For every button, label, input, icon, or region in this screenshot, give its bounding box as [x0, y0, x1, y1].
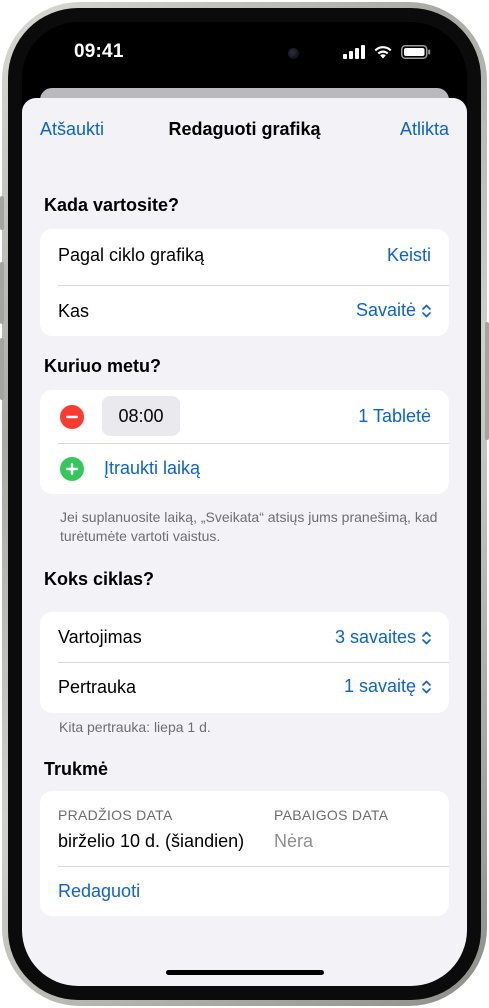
plus-circle-icon[interactable]	[60, 457, 84, 481]
start-date-value[interactable]: birželio 10 d. (šiandien)	[58, 831, 244, 852]
frequency-label: Kas	[58, 300, 90, 321]
side-button	[485, 322, 489, 440]
cycle-section-title: Koks ciklas?	[44, 569, 155, 589]
updown-chevron-icon	[422, 631, 431, 644]
break-label: Pertrauka	[58, 677, 137, 697]
when-group: Pagal ciklo grafiką Keisti Kas Savaitė	[40, 229, 449, 336]
updown-chevron-icon	[422, 680, 431, 693]
break-select[interactable]: 1 savaitę	[344, 676, 431, 697]
usage-value: 3 savaites	[334, 627, 416, 647]
wifi-icon	[374, 46, 392, 59]
screen: 09:41 Atšaukti Redaguoti grafiką Atlikta…	[22, 22, 467, 986]
divider	[58, 443, 449, 444]
status-bar: 09:41	[22, 22, 467, 84]
done-button[interactable]: Atlikta	[400, 119, 449, 140]
add-time-button[interactable]: Įtraukti laiką	[104, 458, 200, 479]
minus-glyph	[66, 415, 78, 419]
camera-icon	[288, 48, 299, 59]
time-footnote: Jei suplanuosite laiką, „Sveikata“ atsių…	[60, 509, 438, 544]
change-button[interactable]: Keisti	[387, 245, 431, 266]
duration-section-title: Trukmė	[44, 759, 109, 779]
volume-up-button	[0, 262, 4, 324]
usage-label: Vartojimas	[58, 626, 142, 647]
cycle-group: Vartojimas 3 savaites Pertrauka 1 savait…	[40, 612, 449, 713]
edit-duration-button[interactable]: Redaguoti	[58, 881, 140, 902]
volume-down-button	[0, 338, 4, 400]
cycle-schedule-label: Pagal ciklo grafiką	[58, 245, 205, 265]
divider	[58, 866, 449, 867]
time-picker[interactable]: 08:00	[102, 396, 180, 436]
time-section-title: Kuriuo metu?	[44, 356, 161, 376]
battery-icon	[401, 44, 431, 59]
signal-icon	[343, 44, 365, 59]
plus-glyph	[66, 463, 78, 475]
usage-select[interactable]: 3 savaites	[335, 627, 431, 648]
edit-schedule-sheet: Atšaukti Redaguoti grafiką Atlikta Kada …	[22, 98, 467, 986]
end-date-header: PABAIGOS DATA	[274, 807, 389, 823]
updown-chevron-icon	[422, 304, 431, 317]
frequency-value: Savaitė	[355, 300, 416, 320]
time-group: 08:00 1 Tabletė Įtraukti laiką	[40, 390, 449, 494]
nav-bar: Atšaukti Redaguoti grafiką Atlikta	[22, 98, 467, 154]
status-icons	[343, 44, 431, 59]
status-time: 09:41	[74, 41, 124, 62]
home-indicator[interactable]	[166, 970, 324, 975]
when-section-title: Kada vartosite?	[44, 195, 180, 215]
action-button	[0, 196, 4, 230]
frequency-select[interactable]: Savaitė	[356, 300, 431, 321]
start-date-header: PRADŽIOS DATA	[58, 807, 173, 823]
break-value: 1 savaitę	[343, 676, 416, 696]
end-date-value[interactable]: Nėra	[274, 831, 313, 852]
duration-group: PRADŽIOS DATA birželio 10 d. (šiandien) …	[40, 791, 449, 916]
minus-circle-icon[interactable]	[60, 405, 84, 429]
cycle-footnote: Kita pertrauka: liepa 1 d.	[59, 719, 211, 735]
dose-button[interactable]: 1 Tabletė	[358, 406, 431, 427]
